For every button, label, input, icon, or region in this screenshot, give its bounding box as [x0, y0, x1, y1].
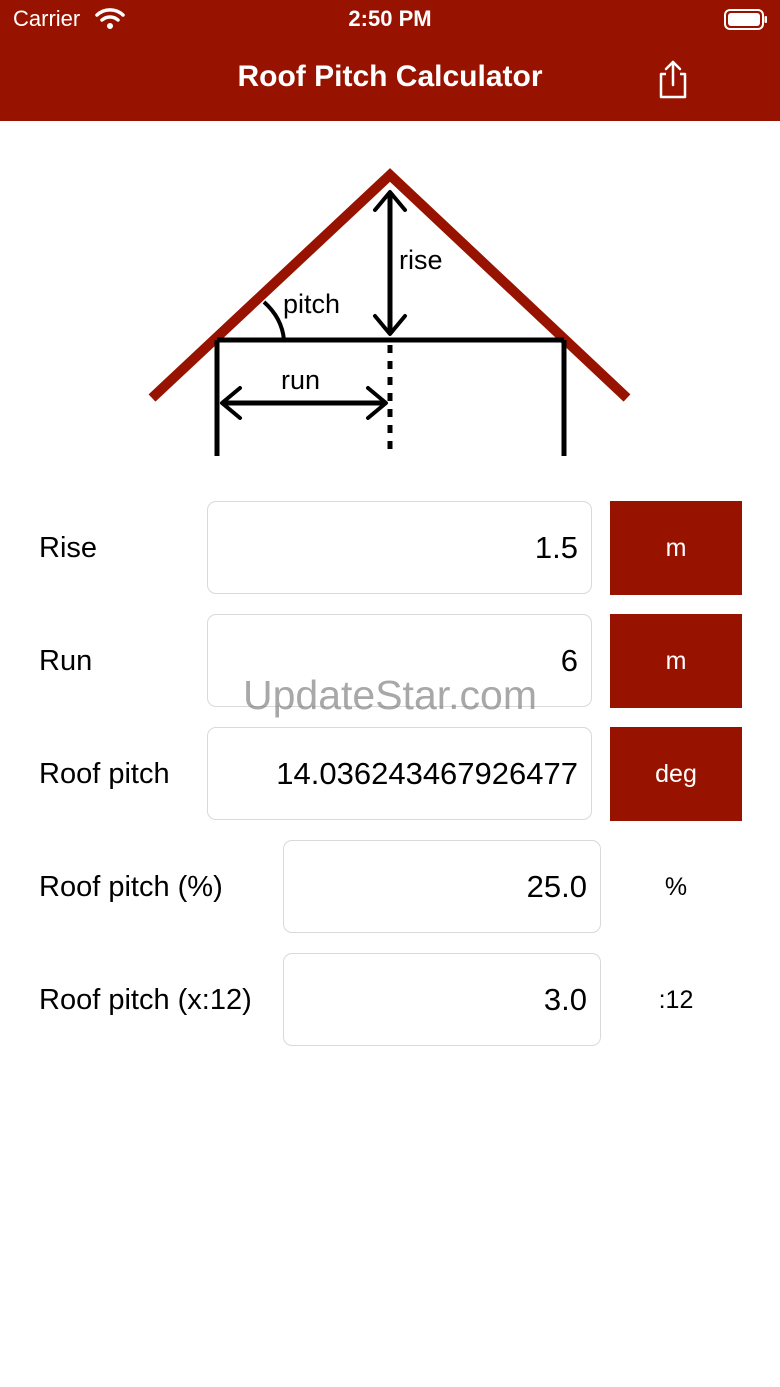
- roof-pitch-row: Roof pitch 14.036243467926477 deg: [0, 727, 780, 822]
- run-label: run: [281, 365, 320, 395]
- roof-pitch-percent-label-text: Roof pitch (%): [39, 871, 223, 903]
- rise-row: Rise 1.5 m: [0, 501, 780, 596]
- run-label-text: Run: [39, 645, 93, 677]
- roof-pitch-percent-row: Roof pitch (%) 25.0 %: [0, 840, 780, 935]
- roof-pitch-x12-row: Roof pitch (x:12) 3.0 :12: [0, 953, 780, 1048]
- roof-pitch-unit-button[interactable]: deg: [610, 727, 742, 821]
- roof-pitch-x12-unit: :12: [658, 986, 694, 1014]
- battery-icon: [724, 9, 767, 30]
- nav-header: Carrier 2:50 PM Roof Pitch Calculator: [0, 0, 780, 121]
- run-unit-button[interactable]: m: [610, 614, 742, 708]
- roof-diagram: rise pitch run: [148, 168, 631, 456]
- roof-pitch-label-text: Roof pitch: [39, 758, 170, 790]
- roof-pitch-percent-unit: %: [664, 873, 688, 901]
- roof-pitch-input[interactable]: 14.036243467926477: [207, 727, 592, 820]
- status-time: 2:50 PM: [348, 6, 432, 31]
- pitch-label: pitch: [283, 289, 340, 319]
- run-row: Run 6 m: [0, 614, 780, 709]
- rise-label: rise: [399, 245, 443, 275]
- rise-input[interactable]: 1.5: [207, 501, 592, 594]
- pitch-arc: [262, 300, 286, 341]
- rise-label-text: Rise: [39, 532, 98, 564]
- roof-pitch-x12-label-text: Roof pitch (x:12): [39, 984, 252, 1016]
- roof-pitch-x12-input[interactable]: 3.0: [283, 953, 601, 1046]
- rise-unit-button[interactable]: m: [610, 501, 742, 595]
- roof-pitch-percent-input[interactable]: 25.0: [283, 840, 601, 933]
- run-input[interactable]: 6: [207, 614, 592, 707]
- share-icon[interactable]: [654, 58, 692, 100]
